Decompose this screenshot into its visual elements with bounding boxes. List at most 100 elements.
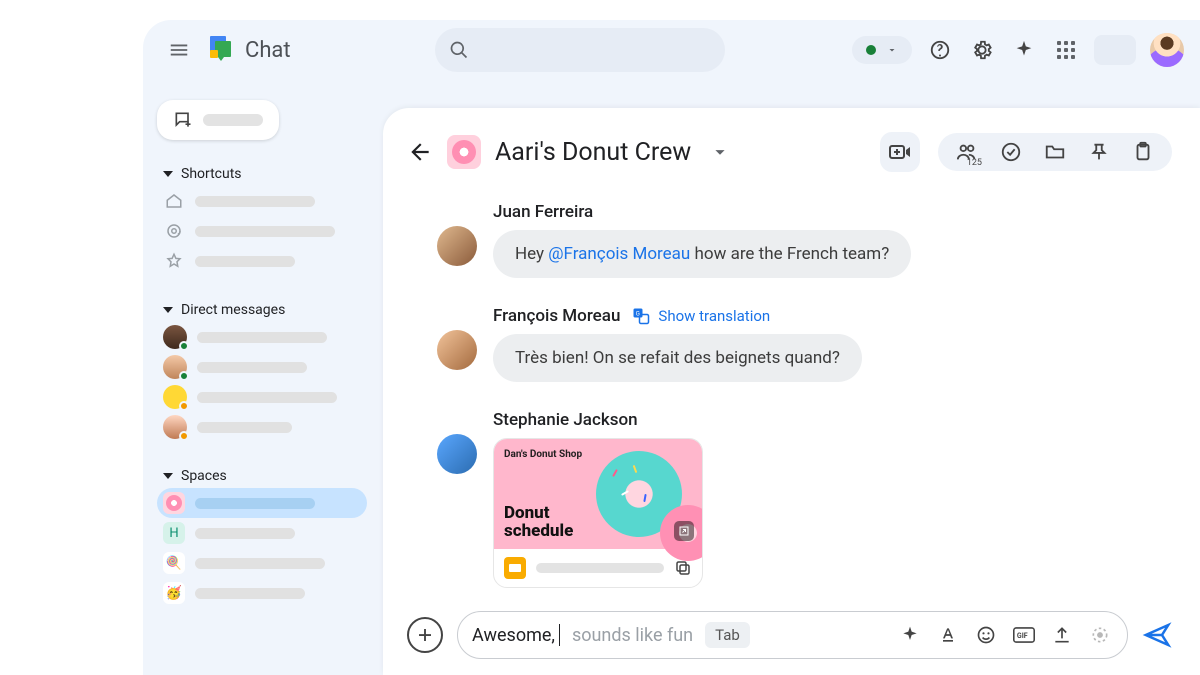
typed-text: Awesome, bbox=[472, 625, 555, 646]
translate-label: Show translation bbox=[658, 307, 770, 325]
add-attachment-button[interactable] bbox=[407, 617, 443, 653]
chevron-down-icon bbox=[886, 44, 898, 56]
shortcut-home[interactable] bbox=[157, 186, 367, 216]
sidebar: Shortcuts Direct messages bbox=[157, 100, 367, 608]
message-input[interactable]: Awesome, sounds like fun Tab GIF bbox=[457, 611, 1128, 659]
dm-item[interactable] bbox=[157, 382, 367, 412]
format-button[interactable] bbox=[935, 625, 961, 645]
back-button[interactable] bbox=[407, 139, 433, 165]
message-bubble[interactable]: Très bien! On se refait des beignets qua… bbox=[493, 334, 862, 382]
space-item[interactable]: H bbox=[157, 518, 367, 548]
search-icon bbox=[449, 40, 469, 60]
text-caret bbox=[559, 624, 560, 646]
party-icon: 🥳 bbox=[163, 582, 185, 604]
section-header-direct[interactable]: Direct messages bbox=[157, 298, 367, 322]
avatar[interactable] bbox=[437, 226, 477, 266]
folder-icon bbox=[1044, 141, 1066, 163]
plus-icon bbox=[416, 626, 434, 644]
caret-down-icon bbox=[163, 307, 173, 313]
star-icon bbox=[163, 250, 185, 272]
dm-item[interactable] bbox=[157, 352, 367, 382]
donut-icon bbox=[163, 492, 185, 514]
status-button[interactable] bbox=[852, 36, 912, 64]
slides-attachment-card[interactable]: Dan's Donut Shop Donutschedule bbox=[493, 438, 703, 588]
menu-button[interactable] bbox=[165, 36, 193, 64]
avatar[interactable] bbox=[437, 330, 477, 370]
new-chat-button[interactable] bbox=[157, 100, 279, 140]
app-title: Chat bbox=[245, 38, 291, 63]
message-item: François Moreau G Show translation Très … bbox=[437, 306, 1172, 382]
space-dropdown[interactable] bbox=[709, 141, 731, 163]
mention-link[interactable]: @François Moreau bbox=[548, 244, 690, 264]
member-count: 125 bbox=[967, 158, 982, 168]
arrow-left-icon bbox=[407, 139, 433, 165]
app-logo-wrap: Chat bbox=[207, 35, 291, 65]
clipboard-button[interactable] bbox=[1132, 141, 1154, 163]
composer: Awesome, sounds like fun Tab GIF bbox=[407, 611, 1172, 659]
gif-button[interactable]: GIF bbox=[1011, 625, 1037, 645]
tasks-button[interactable] bbox=[1000, 141, 1022, 163]
sparkle-icon bbox=[900, 625, 920, 645]
message-bubble[interactable]: Hey @François Moreau how are the French … bbox=[493, 230, 911, 278]
section-label: Spaces bbox=[181, 468, 227, 484]
help-button[interactable] bbox=[926, 36, 954, 64]
caret-down-icon bbox=[163, 171, 173, 177]
org-label[interactable] bbox=[1094, 35, 1136, 65]
files-button[interactable] bbox=[1044, 141, 1066, 163]
caret-down-icon bbox=[163, 473, 173, 479]
video-plus-icon bbox=[888, 140, 912, 164]
new-chat-icon bbox=[173, 110, 193, 130]
clipboard-icon bbox=[1132, 141, 1154, 163]
apps-button[interactable] bbox=[1052, 36, 1080, 64]
gif-icon: GIF bbox=[1013, 625, 1035, 645]
at-icon bbox=[163, 220, 185, 242]
attachment-thumbnail: Dan's Donut Shop Donutschedule bbox=[494, 439, 702, 549]
menu-icon bbox=[168, 39, 190, 61]
message-author: Juan Ferreira bbox=[493, 202, 911, 222]
presence-dot-icon bbox=[866, 45, 876, 55]
section-direct-messages: Direct messages bbox=[157, 298, 367, 442]
emoji-icon bbox=[976, 625, 996, 645]
section-header-shortcuts[interactable]: Shortcuts bbox=[157, 162, 367, 186]
svg-text:GIF: GIF bbox=[1017, 631, 1028, 640]
settings-button[interactable] bbox=[968, 36, 996, 64]
chat-logo-icon bbox=[207, 35, 237, 65]
space-item-donut-crew[interactable] bbox=[157, 488, 367, 518]
lollipop-icon: 🍭 bbox=[163, 552, 185, 574]
avatar[interactable] bbox=[437, 434, 477, 474]
section-header-spaces[interactable]: Spaces bbox=[157, 464, 367, 488]
section-label: Direct messages bbox=[181, 302, 285, 318]
pin-icon bbox=[1088, 141, 1110, 163]
record-icon bbox=[1090, 625, 1110, 645]
dm-item[interactable] bbox=[157, 412, 367, 442]
shortcut-starred[interactable] bbox=[157, 246, 367, 276]
emoji-button[interactable] bbox=[973, 625, 999, 645]
show-translation-button[interactable]: G Show translation bbox=[632, 307, 770, 325]
pin-button[interactable] bbox=[1088, 141, 1110, 163]
translate-icon: G bbox=[632, 307, 650, 325]
dm-item[interactable] bbox=[157, 322, 367, 352]
send-icon bbox=[1142, 620, 1172, 650]
shortcut-mentions[interactable] bbox=[157, 216, 367, 246]
space-title[interactable]: Aari's Donut Crew bbox=[495, 138, 691, 167]
ai-button[interactable] bbox=[1010, 36, 1038, 64]
section-shortcuts: Shortcuts bbox=[157, 162, 367, 276]
send-button[interactable] bbox=[1142, 620, 1172, 650]
video-call-button[interactable] bbox=[880, 132, 920, 172]
open-in-new-icon bbox=[674, 521, 694, 541]
space-item[interactable]: 🍭 bbox=[157, 548, 367, 578]
text-format-icon bbox=[938, 625, 958, 645]
space-item[interactable]: 🥳 bbox=[157, 578, 367, 608]
ai-compose-button[interactable] bbox=[897, 625, 923, 645]
message-author: Stephanie Jackson bbox=[493, 410, 703, 430]
task-check-icon bbox=[1000, 141, 1022, 163]
apps-grid-icon bbox=[1057, 41, 1075, 59]
help-icon bbox=[929, 39, 951, 61]
search-input[interactable] bbox=[435, 28, 725, 72]
gear-icon bbox=[971, 39, 993, 61]
account-avatar[interactable] bbox=[1150, 33, 1184, 67]
members-button[interactable]: 125 bbox=[956, 141, 978, 163]
record-button[interactable] bbox=[1087, 625, 1113, 645]
upload-button[interactable] bbox=[1049, 625, 1075, 645]
copy-icon[interactable] bbox=[674, 559, 692, 577]
